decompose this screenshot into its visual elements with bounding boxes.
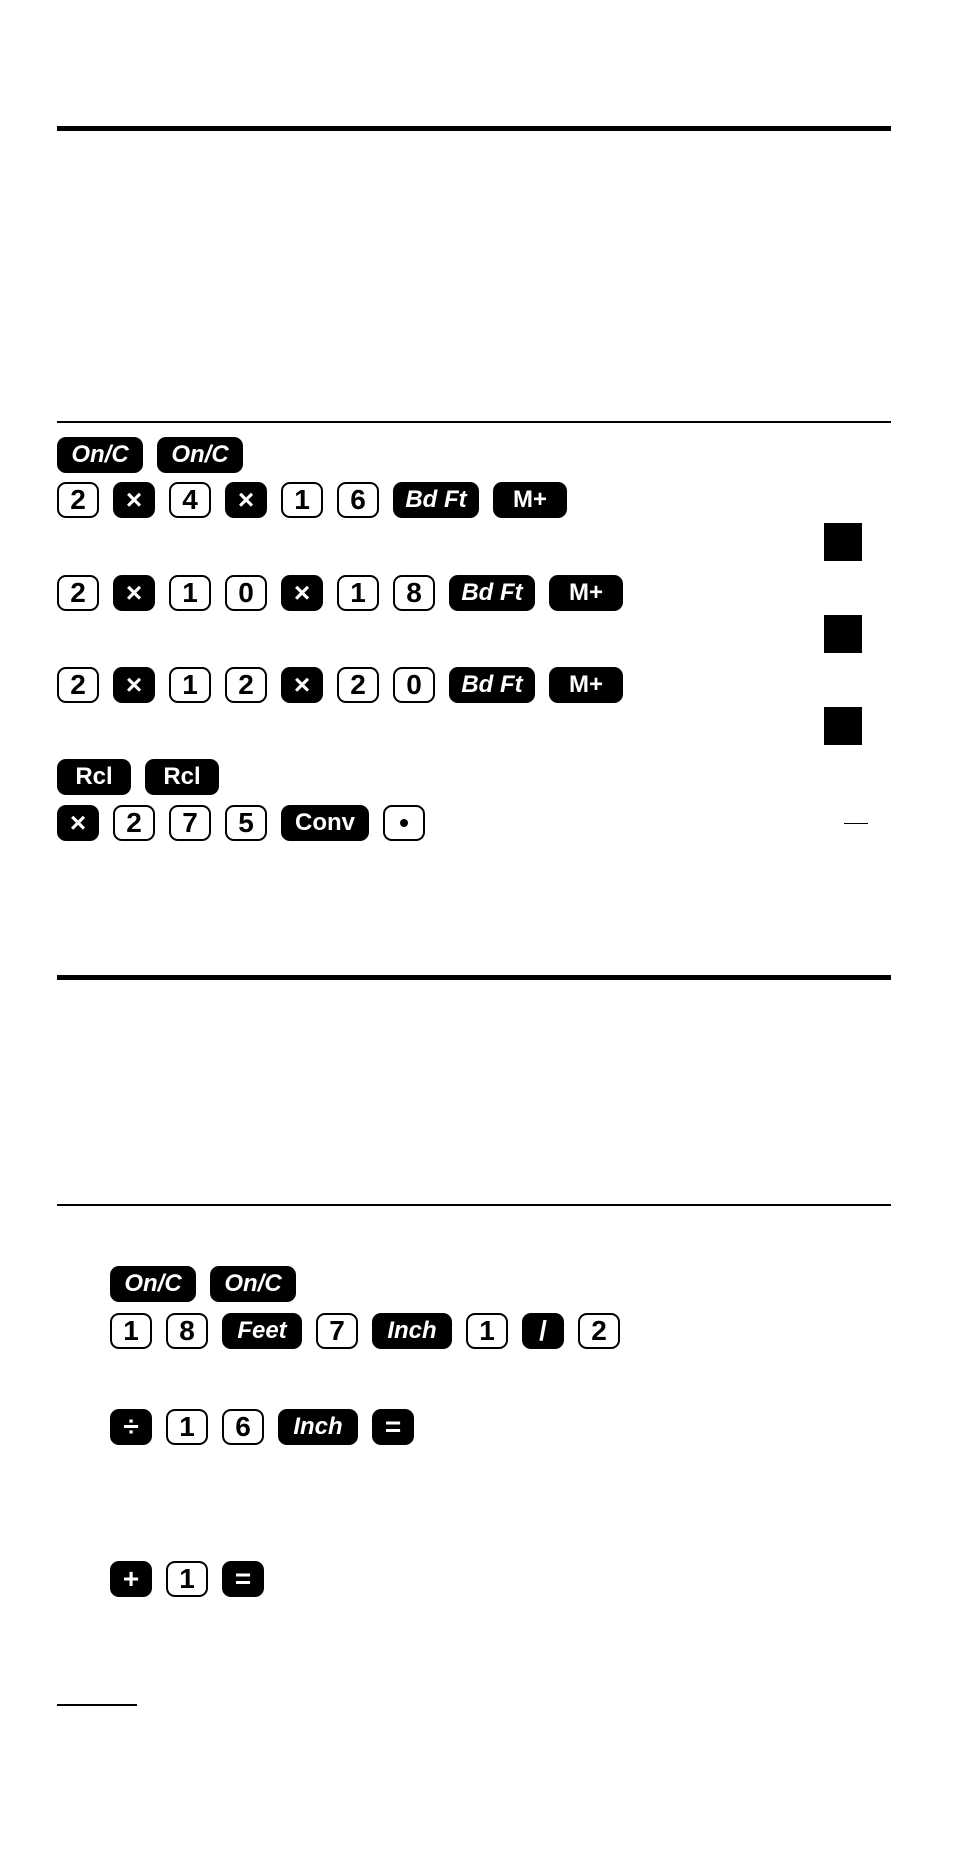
key-4[interactable]: 4 — [169, 482, 211, 518]
key-multiply[interactable]: × — [113, 575, 155, 611]
key-2[interactable]: 2 — [57, 482, 99, 518]
key-2[interactable]: 2 — [337, 667, 379, 703]
display-block-icon — [824, 615, 862, 653]
key-1[interactable]: 1 — [166, 1409, 208, 1445]
key-on-c[interactable]: On/C — [210, 1266, 296, 1302]
display-block-icon — [824, 523, 862, 561]
key-on-c[interactable]: On/C — [57, 437, 143, 473]
key-6[interactable]: 6 — [222, 1409, 264, 1445]
key-multiply[interactable]: × — [281, 575, 323, 611]
key-1[interactable]: 1 — [466, 1313, 508, 1349]
key-5[interactable]: 5 — [225, 805, 267, 841]
key-bd-ft[interactable]: Bd Ft — [393, 482, 479, 518]
key-m-plus[interactable]: M+ — [549, 575, 623, 611]
key-6[interactable]: 6 — [337, 482, 379, 518]
key-7[interactable]: 7 — [169, 805, 211, 841]
footnote-rule — [57, 1704, 137, 1706]
key-inch[interactable]: Inch — [372, 1313, 452, 1349]
key-rcl[interactable]: Rcl — [57, 759, 131, 795]
key-8[interactable]: 8 — [166, 1313, 208, 1349]
top-rule — [57, 126, 891, 131]
key-1[interactable]: 1 — [281, 482, 323, 518]
dash-mark — [844, 823, 868, 824]
s1-row-clear: On/C On/C — [57, 436, 243, 474]
s2-row-3: + 1 = — [110, 1560, 264, 1598]
key-plus[interactable]: + — [110, 1561, 152, 1597]
s2-row-2: ÷ 1 6 Inch = — [110, 1408, 414, 1446]
s1-row-3: 2 × 1 2 × 2 0 Bd Ft M+ — [57, 666, 623, 704]
s1-row-1: 2 × 4 × 1 6 Bd Ft M+ — [57, 481, 567, 519]
key-divide[interactable]: ÷ — [110, 1409, 152, 1445]
key-inch[interactable]: Inch — [278, 1409, 358, 1445]
section1-rule — [57, 421, 891, 423]
key-feet[interactable]: Feet — [222, 1313, 302, 1349]
display-block-icon — [824, 707, 862, 745]
key-1[interactable]: 1 — [166, 1561, 208, 1597]
s1-row-2: 2 × 1 0 × 1 8 Bd Ft M+ — [57, 574, 623, 612]
key-multiply[interactable]: × — [113, 667, 155, 703]
key-bd-ft[interactable]: Bd Ft — [449, 667, 535, 703]
section-divider-rule — [57, 975, 891, 980]
key-fraction[interactable]: / — [522, 1313, 564, 1349]
key-m-plus[interactable]: M+ — [549, 667, 623, 703]
key-decimal[interactable]: • — [383, 805, 425, 841]
key-7[interactable]: 7 — [316, 1313, 358, 1349]
key-2[interactable]: 2 — [578, 1313, 620, 1349]
s1-row-convert: × 2 7 5 Conv • — [57, 804, 425, 842]
key-1[interactable]: 1 — [337, 575, 379, 611]
key-multiply[interactable]: × — [57, 805, 99, 841]
key-m-plus[interactable]: M+ — [493, 482, 567, 518]
key-2[interactable]: 2 — [113, 805, 155, 841]
key-2[interactable]: 2 — [57, 575, 99, 611]
key-0[interactable]: 0 — [225, 575, 267, 611]
key-1[interactable]: 1 — [169, 575, 211, 611]
key-multiply[interactable]: × — [225, 482, 267, 518]
key-equals[interactable]: = — [372, 1409, 414, 1445]
key-8[interactable]: 8 — [393, 575, 435, 611]
key-2[interactable]: 2 — [57, 667, 99, 703]
s1-row-recall: Rcl Rcl — [57, 758, 219, 796]
key-1[interactable]: 1 — [169, 667, 211, 703]
key-conv[interactable]: Conv — [281, 805, 369, 841]
s2-row-clear: On/C On/C — [110, 1265, 296, 1303]
key-on-c[interactable]: On/C — [157, 437, 243, 473]
key-0[interactable]: 0 — [393, 667, 435, 703]
key-2[interactable]: 2 — [225, 667, 267, 703]
key-multiply[interactable]: × — [113, 482, 155, 518]
key-on-c[interactable]: On/C — [110, 1266, 196, 1302]
key-bd-ft[interactable]: Bd Ft — [449, 575, 535, 611]
s2-row-1: 1 8 Feet 7 Inch 1 / 2 — [110, 1312, 620, 1350]
key-1[interactable]: 1 — [110, 1313, 152, 1349]
key-multiply[interactable]: × — [281, 667, 323, 703]
key-rcl[interactable]: Rcl — [145, 759, 219, 795]
key-equals[interactable]: = — [222, 1561, 264, 1597]
section2-rule — [57, 1204, 891, 1206]
